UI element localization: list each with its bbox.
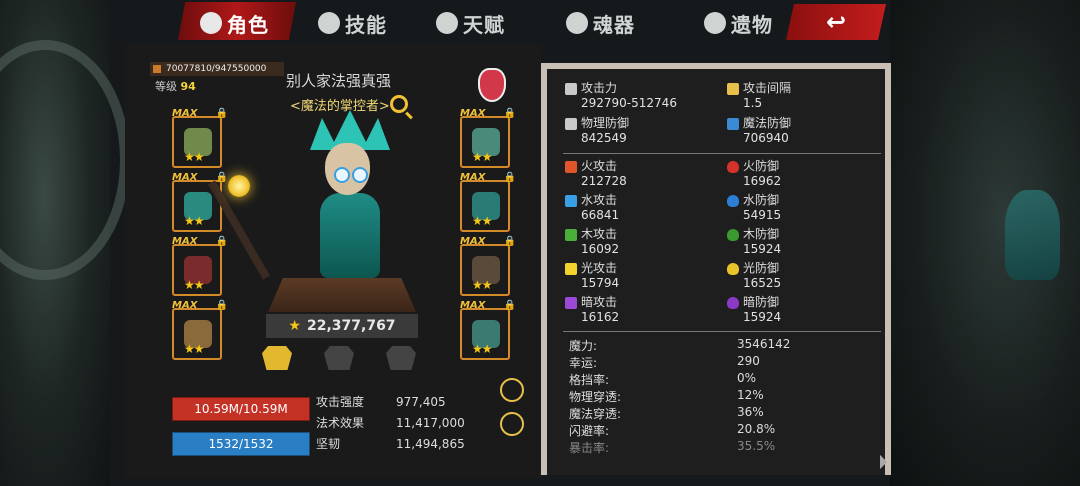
soul-icon: [566, 12, 588, 34]
stat-wood-def: 木防御 15924: [727, 227, 781, 257]
divider: [563, 153, 881, 154]
stat-attack: 攻击力 292790-512746: [565, 81, 677, 111]
fire-sword-icon: [565, 160, 577, 173]
speed-icon: [727, 82, 739, 95]
character-name: 别人家法强真强: [286, 72, 392, 90]
atom-button[interactable]: [500, 412, 524, 436]
talent-icon: [436, 12, 458, 34]
stone-ring-decoration: [0, 40, 130, 280]
skill-icon: [318, 12, 340, 34]
potion-icon[interactable]: [478, 68, 506, 102]
tab-soul[interactable]: 魂器: [566, 6, 635, 40]
mini-stat-row: 攻击强度 977,405: [316, 395, 446, 409]
lock-icon: 🔒: [503, 108, 516, 119]
hero-body: [320, 193, 380, 278]
light-sword-icon: [565, 262, 577, 275]
equip-slot-offhand[interactable]: MAX 🔒 ★★: [172, 300, 228, 360]
armor-set-icon-1[interactable]: [262, 346, 292, 370]
hero-eye: [352, 167, 368, 183]
level-display: 等级 94: [155, 80, 196, 93]
set-selector: [262, 346, 416, 370]
armor-set-icon-2[interactable]: [324, 346, 354, 370]
misc-stat-row: 物理穿透: 12%: [569, 388, 764, 404]
dark-sword-icon: [565, 296, 577, 309]
helmet-icon: [200, 12, 222, 34]
mp-bar: 1532/1532: [172, 432, 310, 456]
fire-shield-icon: [727, 160, 739, 173]
mini-stats: 攻击强度 977,405 法术效果 11,417,000 坚韧 11,494,865: [316, 392, 506, 455]
stat-fire-def: 火防御 16962: [727, 159, 781, 189]
stat-light-atk: 光攻击 15794: [565, 261, 619, 291]
lock-icon: 🔒: [215, 300, 228, 311]
wood-sword-icon: [565, 228, 577, 241]
hero-eye: [334, 167, 350, 183]
hp-bar: 10.59M/10.59M: [172, 397, 310, 421]
stats-panel-inner: 攻击力 292790-512746 攻击间隔 1.5 物理防御 842549 魔…: [547, 69, 885, 475]
tab-talent[interactable]: 天赋: [436, 6, 505, 40]
equip-slot-boots[interactable]: MAX 🔒 ★★: [460, 300, 516, 360]
star-icon: ★: [288, 318, 301, 334]
armor-set-icon-3[interactable]: [386, 346, 416, 370]
divider: [563, 331, 881, 332]
mini-stat-row: 法术效果 11,417,000: [316, 416, 465, 430]
misc-stat-row: 暴击率: 35.5%: [569, 439, 776, 455]
background-left: [0, 0, 130, 486]
lock-icon: 🔒: [503, 172, 516, 183]
statue-decoration: [1005, 190, 1060, 280]
stat-wood-atk: 木攻击 16092: [565, 227, 619, 257]
stat-magic-def: 魔法防御 706940: [727, 116, 791, 146]
wood-shield-icon: [727, 228, 739, 241]
back-button[interactable]: ↩: [786, 4, 886, 40]
hero-character[interactable]: [208, 105, 410, 295]
background-right: [890, 0, 1080, 486]
sword-icon: [565, 82, 577, 95]
tab-skills[interactable]: 技能: [318, 6, 387, 40]
water-sword-icon: [565, 194, 577, 207]
stat-interval: 攻击间隔 1.5: [727, 81, 791, 111]
tab-relic[interactable]: 遗物: [704, 6, 773, 40]
mini-stat-row: 坚韧 11,494,865: [316, 437, 465, 451]
info-button[interactable]: [500, 378, 524, 402]
combat-power: ★ 22,377,767: [266, 314, 418, 338]
stat-dark-def: 暗防御 15924: [727, 295, 781, 325]
staff-orb: [228, 175, 250, 197]
tab-character[interactable]: 角色: [200, 6, 269, 40]
lock-icon: 🔒: [215, 108, 228, 119]
light-shield-icon: [727, 262, 739, 275]
xp-bar: 70077810/947550000: [150, 62, 284, 76]
stat-water-def: 水防御 54915: [727, 193, 781, 223]
equip-slot-ring[interactable]: MAX 🔒 ★★: [460, 236, 516, 296]
equip-slot-gloves[interactable]: MAX 🔒 ★★: [460, 172, 516, 232]
relic-icon: [704, 12, 726, 34]
equip-slot-amulet[interactable]: MAX 🔒 ★★: [460, 108, 516, 168]
water-shield-icon: [727, 194, 739, 207]
stat-water-atk: 水攻击 66841: [565, 193, 619, 223]
lock-icon: 🔒: [503, 300, 516, 311]
lock-icon: 🔒: [215, 172, 228, 183]
lock-icon: 🔒: [503, 236, 516, 247]
misc-stat-row: 魔法穿透: 36%: [569, 405, 764, 421]
stat-phys-def: 物理防御 842549: [565, 116, 629, 146]
misc-stat-row: 幸运: 290: [569, 354, 760, 370]
stat-fire-atk: 火攻击 212728: [565, 159, 627, 189]
misc-stat-row: 闪避率: 20.8%: [569, 422, 776, 438]
shield-icon: [565, 117, 577, 130]
stats-panel: 攻击力 292790-512746 攻击间隔 1.5 物理防御 842549 魔…: [541, 63, 891, 475]
equip-slot-helmet[interactable]: MAX 🔒 ★★: [172, 108, 228, 168]
stat-light-def: 光防御 16525: [727, 261, 781, 291]
dark-shield-icon: [727, 296, 739, 309]
lock-icon: 🔒: [215, 236, 228, 247]
misc-stat-row: 格挡率: 0%: [569, 371, 757, 387]
stat-dark-atk: 暗攻击 16162: [565, 295, 619, 325]
equip-slot-weapon[interactable]: MAX 🔒 ★★: [172, 236, 228, 296]
magic-shield-icon: [727, 117, 739, 130]
misc-stat-row: 魔力: 3546142: [569, 337, 791, 353]
back-arrow-icon: ↩: [825, 8, 847, 36]
